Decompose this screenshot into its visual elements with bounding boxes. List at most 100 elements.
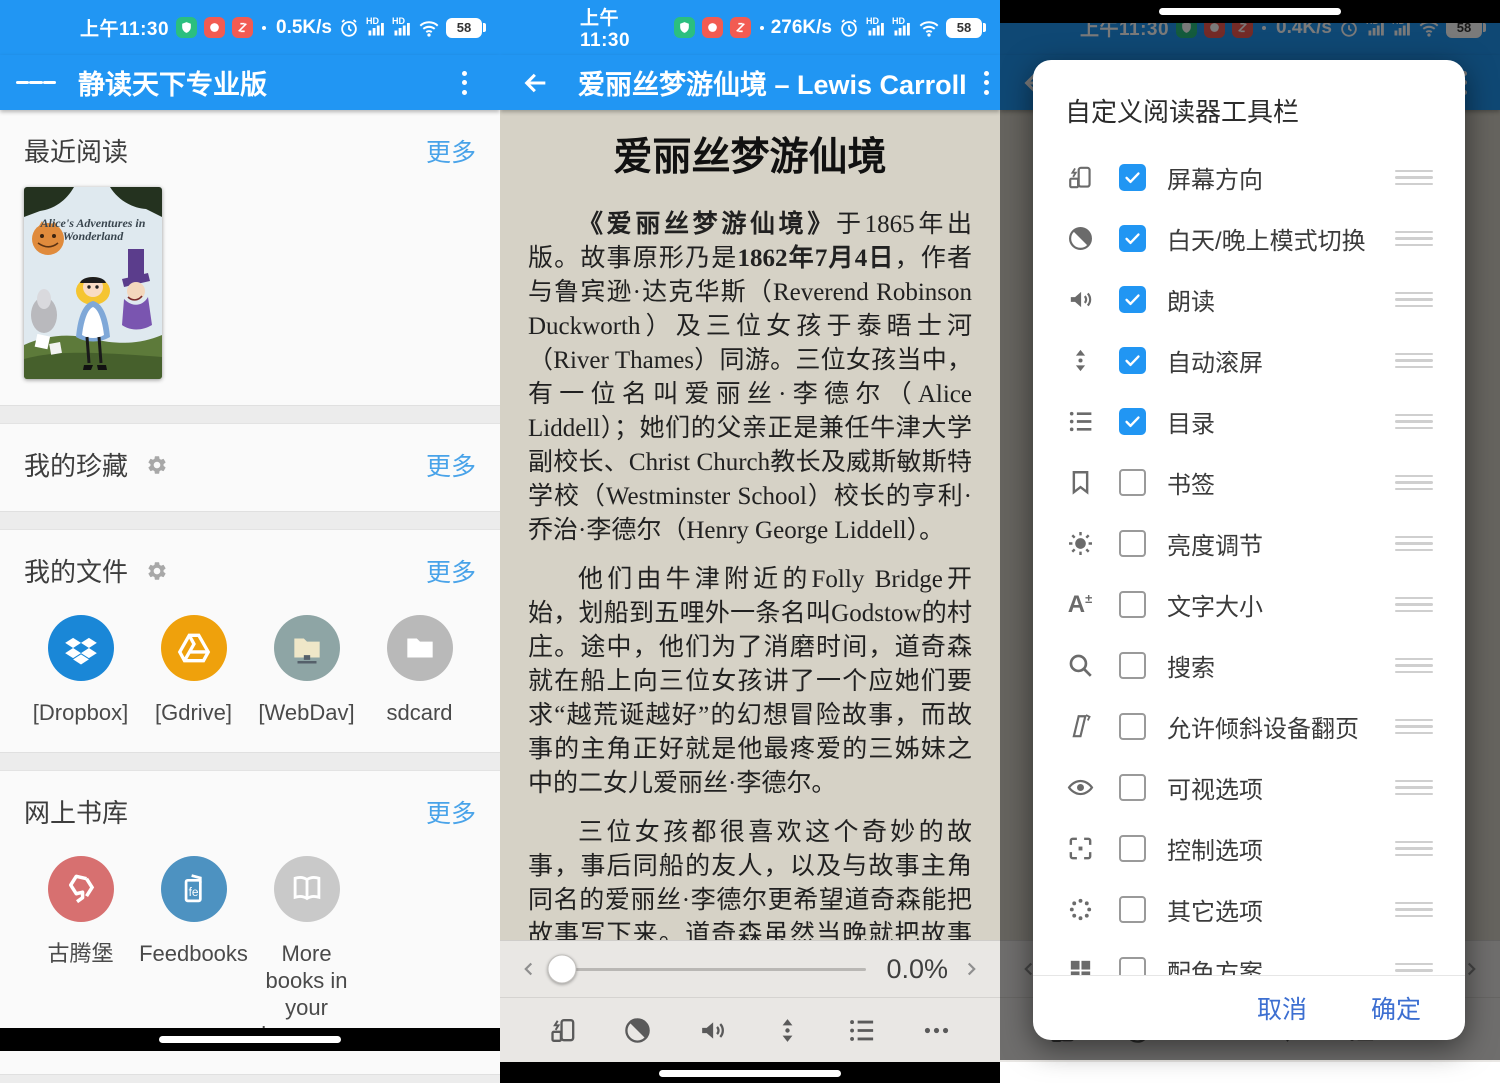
search-icon [1063, 651, 1097, 680]
book-page[interactable]: 爱丽丝梦游仙境 《爱丽丝梦游仙境》于1865年出版。故事原形乃是1862年7月4… [500, 110, 1000, 940]
drag-handle-icon[interactable] [1395, 658, 1439, 674]
dialog-option-search[interactable]: 搜索 [1063, 635, 1439, 696]
net-library-title: 网上书库 [24, 793, 128, 830]
contrast-icon[interactable] [618, 1010, 658, 1050]
list-icon[interactable] [842, 1010, 882, 1050]
dialog-title: 自定义阅读器工具栏 [1033, 60, 1465, 147]
favorites-title: 我的珍藏 [24, 446, 128, 483]
app-shortcut-sdcard[interactable]: sdcard [363, 615, 476, 726]
dialog-option-brightness[interactable]: 亮度调节 [1063, 513, 1439, 574]
dialog-option-dots[interactable]: 其它选项 [1063, 879, 1439, 940]
section-divider [0, 511, 500, 530]
dialog-option-autoscroll[interactable]: 自动滚屏 [1063, 330, 1439, 391]
home-indicator[interactable] [159, 1036, 341, 1043]
dialog-option-control[interactable]: 控制选项 [1063, 818, 1439, 879]
dialog-option-textsize[interactable]: A± 文字大小 [1063, 574, 1439, 635]
favorites-more-link[interactable]: 更多 [426, 447, 476, 483]
alarm-icon [338, 17, 360, 39]
dialog-option-speaker[interactable]: 朗读 [1063, 269, 1439, 330]
option-checkbox[interactable] [1119, 652, 1146, 679]
my-files-more-link[interactable]: 更多 [426, 553, 476, 589]
app-shortcut-webdav[interactable]: [WebDav] [250, 615, 363, 726]
option-checkbox[interactable] [1119, 225, 1146, 252]
dialog-option-scheme[interactable]: 配色方案 [1063, 940, 1439, 975]
rotate-icon[interactable] [543, 1010, 583, 1050]
option-label: 自动滚屏 [1167, 343, 1263, 378]
option-checkbox[interactable] [1119, 591, 1146, 618]
ok-button[interactable]: 确定 [1371, 990, 1421, 1026]
contrast-icon [1063, 224, 1097, 253]
drag-handle-icon[interactable] [1395, 780, 1439, 796]
option-checkbox[interactable] [1119, 164, 1146, 191]
dialog-option-list[interactable]: 目录 [1063, 391, 1439, 452]
dialog-option-contrast[interactable]: 白天/晚上模式切换 [1063, 208, 1439, 269]
dialog-option-tilt[interactable]: 允许倾斜设备翻页 [1063, 696, 1439, 757]
cancel-button[interactable]: 取消 [1257, 990, 1307, 1026]
app-shortcut-feedbooks[interactable]: fe Feedbooks [137, 856, 250, 1048]
reader-toolbar [500, 997, 1000, 1062]
chevron-left-icon[interactable] [512, 952, 546, 986]
book-paragraph: 三位女孩都很喜欢这个奇妙的故事，事后同船的友人，以及与故事主角同名的爱丽丝·李德… [528, 816, 972, 940]
drag-handle-icon[interactable] [1395, 719, 1439, 735]
status-time: 上午11:30 [580, 3, 667, 52]
wifi-icon [918, 17, 940, 39]
speaker-icon [1063, 285, 1097, 314]
home-indicator[interactable] [1159, 8, 1341, 15]
autoscroll-icon[interactable] [767, 1010, 807, 1050]
option-checkbox[interactable] [1119, 469, 1146, 496]
option-label: 白天/晚上模式切换 [1167, 221, 1366, 256]
speaker-icon[interactable] [693, 1010, 733, 1050]
option-checkbox[interactable] [1119, 896, 1146, 923]
book-paragraph: 《爱丽丝梦游仙境》于1865年出版。故事原形乃是1862年7月4日，作者与鲁宾逊… [528, 208, 972, 548]
option-checkbox[interactable] [1119, 408, 1146, 435]
net-library-more-link[interactable]: 更多 [426, 794, 476, 830]
drag-handle-icon[interactable] [1395, 475, 1439, 491]
reader-title: 爱丽丝梦游仙境 – Lewis Carroll [578, 63, 967, 102]
progress-percent: 0.0% [886, 954, 948, 985]
my-files-gear-icon[interactable] [146, 560, 168, 582]
option-checkbox[interactable] [1119, 713, 1146, 740]
back-arrow-icon[interactable] [516, 63, 556, 103]
app-shortcut-label: [WebDav] [258, 699, 354, 726]
chapter-title: 爱丽丝梦游仙境 [528, 126, 972, 182]
option-checkbox[interactable] [1119, 286, 1146, 313]
menu-hamburger-icon[interactable] [16, 63, 56, 103]
notification-slash-icon [730, 17, 751, 38]
progress-slider-knob[interactable] [548, 955, 577, 984]
drag-handle-icon[interactable] [1395, 414, 1439, 430]
drag-handle-icon[interactable] [1395, 231, 1439, 247]
ellipsis-icon[interactable] [917, 1010, 957, 1050]
drag-handle-icon[interactable] [1395, 597, 1439, 613]
drag-handle-icon[interactable] [1395, 963, 1439, 975]
drag-handle-icon[interactable] [1395, 170, 1439, 186]
notification-shield-icon [176, 17, 197, 38]
dialog-option-bookmark[interactable]: 书签 [1063, 452, 1439, 513]
chevron-right-icon[interactable] [954, 952, 988, 986]
option-checkbox[interactable] [1119, 347, 1146, 374]
favorites-gear-icon[interactable] [146, 454, 168, 476]
app-shortcut-gdrive[interactable]: [Gdrive] [137, 615, 250, 726]
dialog-option-eye[interactable]: 可视选项 [1063, 757, 1439, 818]
battery-icon: 58 [946, 18, 986, 38]
overflow-menu-icon[interactable] [444, 63, 484, 103]
dialog-option-rotate[interactable]: 屏幕方向 [1063, 147, 1439, 208]
book-cover-alice[interactable]: Alice's Adventures in Wonderland [24, 187, 162, 379]
drag-handle-icon[interactable] [1395, 841, 1439, 857]
overflow-menu-icon[interactable] [967, 63, 1001, 103]
option-checkbox[interactable] [1119, 530, 1146, 557]
drag-handle-icon[interactable] [1395, 902, 1439, 918]
drag-handle-icon[interactable] [1395, 536, 1439, 552]
app-shortcut-gutenberg[interactable]: 古腾堡 [24, 856, 137, 1048]
app-shortcut-morebooks[interactable]: More books in your language [250, 856, 363, 1048]
drag-handle-icon[interactable] [1395, 292, 1439, 308]
recent-more-link[interactable]: 更多 [426, 133, 476, 169]
home-indicator[interactable] [659, 1070, 841, 1077]
option-checkbox[interactable] [1119, 957, 1146, 975]
option-checkbox[interactable] [1119, 774, 1146, 801]
progress-slider[interactable] [556, 968, 866, 971]
option-checkbox[interactable] [1119, 835, 1146, 862]
book-paragraph: 他们由牛津附近的Folly Bridge开始，划船到五哩外一条名叫Godstow… [528, 563, 972, 801]
drag-handle-icon[interactable] [1395, 353, 1439, 369]
library-body: 最近阅读 更多 [0, 110, 500, 1028]
app-shortcut-dropbox[interactable]: [Dropbox] [24, 615, 137, 726]
